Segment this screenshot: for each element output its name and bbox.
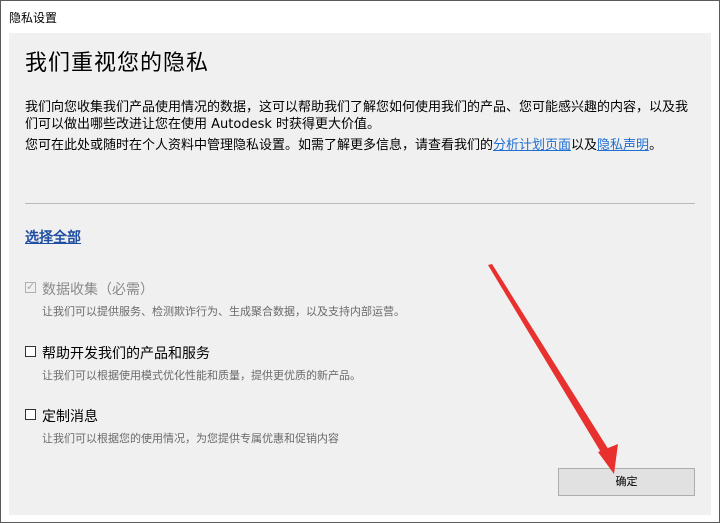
divider [25, 203, 695, 204]
product-development-desc: 让我们可以根据使用模式优化性能和质量，提供更优质的新产品。 [42, 369, 361, 382]
intro-paragraph: 我们向您收集我们产品使用情况的数据，这可以帮助我们了解您如何使用我们的产品、您可… [25, 100, 689, 132]
product-development-checkbox[interactable] [25, 346, 36, 357]
page-title: 我们重视您的隐私 [25, 51, 210, 76]
manage-text-suffix: 。 [649, 138, 663, 153]
title-bar: 隐私设置 [1, 1, 719, 31]
data-collection-desc: 让我们可以提供服务、检测欺诈行为、生成聚合数据，以及支持内部运营。 [42, 305, 405, 318]
privacy-settings-window: 隐私设置 我们重视您的隐私 我们向您收集我们产品使用情况的数据，这可以帮助我们了… [0, 0, 720, 523]
product-development-label[interactable]: 帮助开发我们的产品和服务 [42, 343, 210, 363]
privacy-statement-link[interactable]: 隐私声明 [597, 138, 649, 153]
manage-text-prefix: 您可在此处或随时在个人资料中管理隐私设置。如需了解更多信息，请查看我们的 [25, 138, 494, 153]
custom-messages-checkbox[interactable] [25, 409, 36, 420]
custom-messages-desc: 让我们可以根据您的使用情况，为您提供专属优惠和促销内容 [42, 432, 339, 445]
select-all-link[interactable]: 选择全部 [25, 227, 81, 247]
data-collection-checkbox: ✓ [25, 280, 36, 293]
custom-messages-label[interactable]: 定制消息 [42, 406, 98, 426]
analytics-plan-link[interactable]: 分析计划页面 [493, 138, 571, 153]
window-title: 隐私设置 [9, 11, 58, 25]
data-collection-label: 数据收集（必需） [42, 282, 154, 298]
manage-text-mid: 以及 [571, 138, 598, 153]
content-panel: 我们重视您的隐私 我们向您收集我们产品使用情况的数据，这可以帮助我们了解您如何使… [9, 33, 711, 515]
ok-button[interactable]: 确定 [558, 468, 695, 496]
manage-paragraph: 您可在此处或随时在个人资料中管理隐私设置。如需了解更多信息，请查看我们的分析计划… [25, 137, 697, 154]
checkmark-icon: ✓ [26, 280, 36, 293]
